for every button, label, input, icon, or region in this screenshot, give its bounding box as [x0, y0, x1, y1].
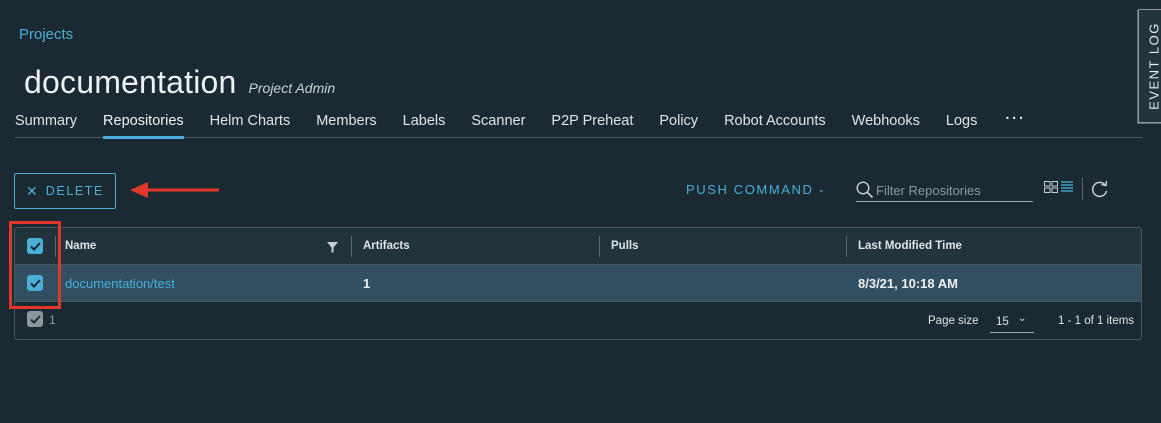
column-header-artifacts[interactable]: Artifacts [363, 228, 410, 264]
column-separator [351, 236, 352, 257]
chevron-down-icon: ⌄ [1018, 313, 1027, 324]
row-checkbox[interactable] [27, 275, 43, 291]
tab-labels[interactable]: Labels [403, 113, 446, 138]
delete-button-label: DELETE [45, 184, 104, 198]
tab-summary[interactable]: Summary [15, 113, 77, 138]
push-command-label: PUSH COMMAND [686, 182, 814, 197]
push-command-dropdown[interactable]: PUSH COMMAND ⌄ [686, 182, 825, 197]
column-separator [55, 236, 56, 257]
tab-scanner[interactable]: Scanner [471, 113, 525, 138]
tab-repositories[interactable]: Repositories [103, 113, 184, 139]
annotation-arrow [130, 182, 219, 198]
tab-policy[interactable]: Policy [659, 113, 698, 138]
tabs-more-button[interactable]: ··· [1005, 112, 1026, 138]
column-header-last-modified[interactable]: Last Modified Time [858, 228, 962, 264]
list-view-icon[interactable] [1060, 180, 1074, 194]
tab-helm-charts[interactable]: Helm Charts [210, 113, 291, 138]
breadcrumb-projects[interactable]: Projects [19, 26, 73, 43]
toolbar-divider [1082, 178, 1083, 200]
page-size-value: 15 [996, 316, 1009, 328]
repository-name-link[interactable]: documentation/test [65, 265, 175, 301]
page-size-label: Page size [928, 315, 979, 327]
page-title: documentation [24, 64, 237, 100]
filter-repositories [856, 178, 1033, 202]
project-role: Project Admin [248, 80, 336, 96]
chevron-down-icon: ⌄ [817, 184, 826, 194]
check-icon [29, 241, 41, 251]
select-all-checkbox[interactable] [27, 238, 43, 254]
column-header-name[interactable]: Name [65, 228, 96, 264]
column-separator [846, 236, 847, 257]
search-icon [856, 181, 874, 199]
column-header-pulls[interactable]: Pulls [611, 228, 638, 264]
refresh-icon[interactable] [1090, 179, 1110, 199]
view-toggle[interactable] [1044, 180, 1074, 194]
close-icon: ✕ [26, 182, 38, 199]
table-row[interactable]: documentation/test 1 8/3/21, 10:18 AM [15, 265, 1141, 302]
pagination-summary: 1 - 1 of 1 items [1058, 315, 1135, 327]
tab-p2p-preheat[interactable]: P2P Preheat [551, 113, 633, 138]
tab-members[interactable]: Members [316, 113, 376, 138]
event-log-label: EVENT LOG [1146, 22, 1161, 110]
tab-webhooks[interactable]: Webhooks [852, 113, 920, 138]
selected-count-checkbox [27, 311, 43, 327]
project-tabs: Summary Repositories Helm Charts Members… [15, 112, 1142, 139]
page-header: documentation Project Admin [24, 64, 335, 101]
tab-logs[interactable]: Logs [946, 113, 977, 138]
tab-robot-accounts[interactable]: Robot Accounts [724, 113, 826, 138]
card-view-icon[interactable] [1044, 180, 1059, 194]
check-icon [29, 278, 41, 288]
column-separator [599, 236, 600, 257]
event-log-toggle[interactable]: EVENT LOG [1138, 9, 1161, 123]
filter-icon[interactable] [327, 242, 338, 253]
artifacts-count: 1 [363, 275, 371, 291]
page-size-select[interactable]: 15 ⌄ [990, 311, 1034, 333]
check-icon [29, 314, 41, 324]
selected-count: 1 [49, 313, 56, 327]
delete-button[interactable]: ✕ DELETE [14, 173, 116, 209]
table-header: Name Artifacts Pulls Last Modified Time [15, 228, 1141, 265]
last-modified-time: 8/3/21, 10:18 AM [858, 275, 958, 291]
filter-repositories-input[interactable] [876, 180, 1031, 200]
